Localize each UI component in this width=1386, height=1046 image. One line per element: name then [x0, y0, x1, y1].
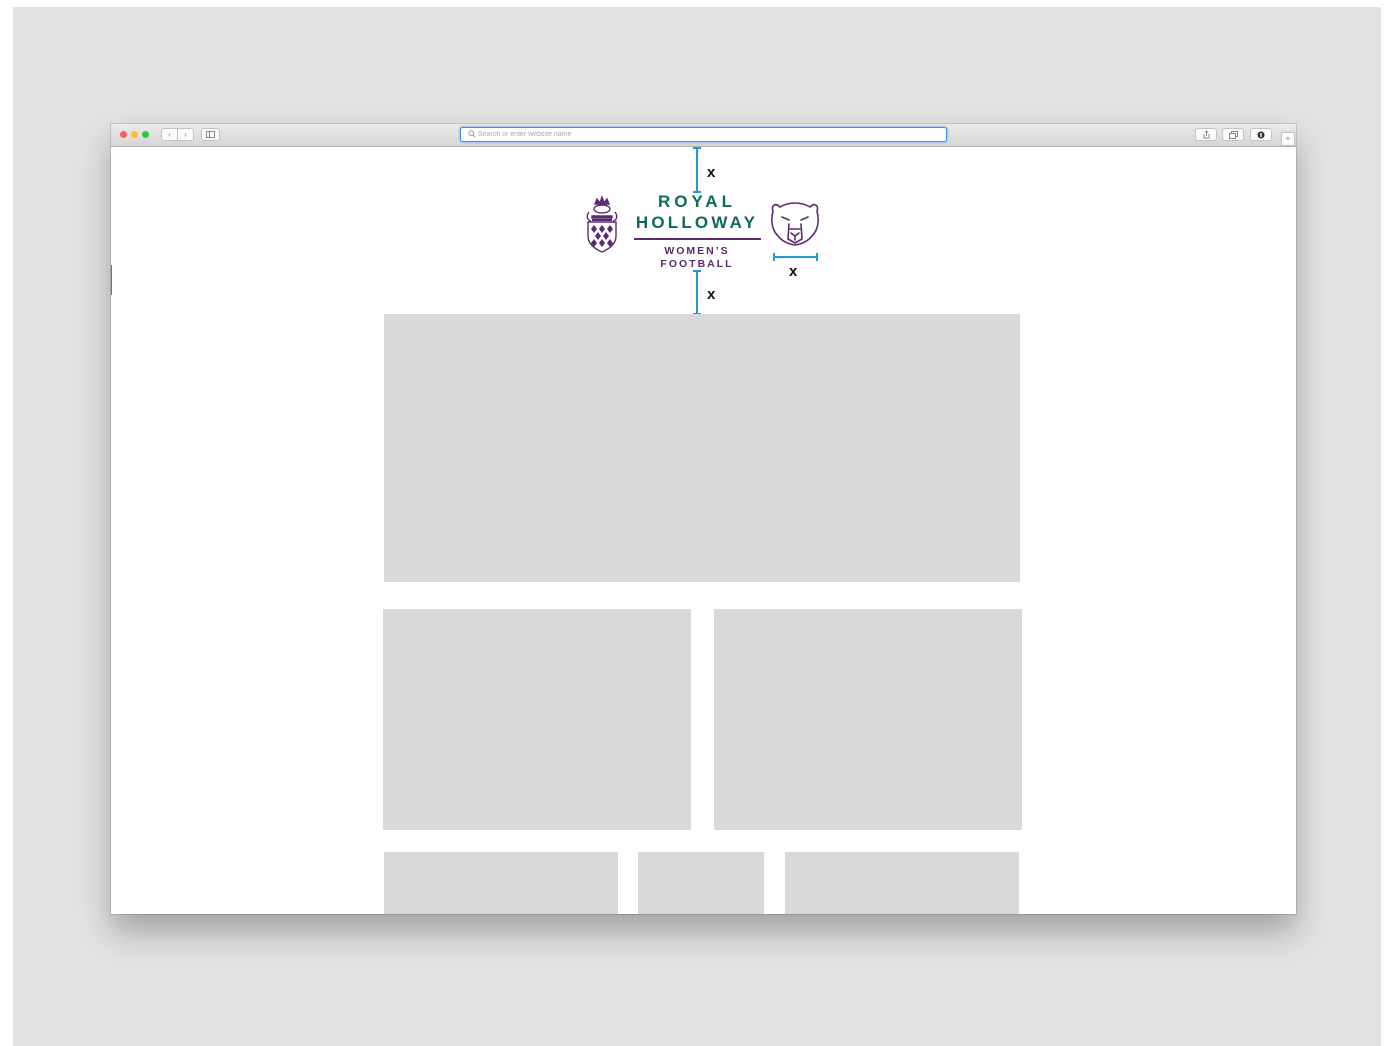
footer-block-left-placeholder [384, 852, 618, 914]
wordmark-holloway: HOLLOWAY [635, 213, 759, 232]
address-input[interactable] [478, 129, 918, 140]
wordmark-divider [633, 238, 761, 240]
minimize-window-button[interactable] [131, 131, 138, 138]
magnifier-icon [468, 130, 476, 138]
wordmark: ROYAL HOLLOWAY WOMEN’S FOOTBALL [627, 191, 767, 271]
extension-icon [1257, 131, 1265, 139]
plus-icon: + [1285, 134, 1291, 143]
clearspace-bottom-marker [693, 270, 701, 315]
wordmark-womens: WOMEN’S [664, 245, 730, 257]
back-button[interactable]: ‹ [161, 128, 178, 141]
web-page: ROYAL HOLLOWAY WOMEN’S FOOTBALL x x x [111, 147, 1296, 914]
browser-window: ‹ › Search or enter website name + ROYAL… [111, 124, 1296, 914]
hero-image-placeholder [384, 314, 1020, 582]
footer-block-right-placeholder [785, 852, 1019, 914]
content-block-right-placeholder [714, 609, 1022, 830]
share-button[interactable] [1195, 128, 1217, 141]
content-block-left-placeholder [383, 609, 691, 830]
footer-block-center-placeholder [638, 852, 764, 914]
forward-button[interactable]: › [177, 128, 194, 141]
extension-button[interactable] [1250, 128, 1272, 141]
tabs-overview-button[interactable] [1222, 128, 1244, 141]
sidebar-button[interactable] [201, 128, 220, 141]
browser-toolbar: ‹ › Search or enter website name + [111, 124, 1296, 147]
chevron-right-icon: › [184, 130, 187, 139]
page-edge-marker [111, 265, 112, 295]
clearspace-bottom-label: x [707, 286, 716, 303]
zoom-window-button[interactable] [142, 131, 149, 138]
address-bar[interactable] [460, 127, 947, 142]
clearspace-width-marker [773, 253, 818, 261]
crest-icon [586, 196, 618, 253]
share-icon [1203, 130, 1209, 139]
sidebar-icon [206, 131, 215, 138]
close-window-button[interactable] [120, 131, 127, 138]
clearspace-top-marker [693, 147, 701, 193]
clearspace-width-label: x [789, 263, 798, 280]
chevron-left-icon: ‹ [168, 130, 171, 139]
new-tab-button[interactable]: + [1281, 132, 1295, 146]
wordmark-royal: ROYAL [658, 192, 736, 211]
bear-head-icon [771, 202, 819, 246]
clearspace-top-label: x [707, 164, 716, 181]
tabs-overview-icon [1228, 131, 1238, 139]
